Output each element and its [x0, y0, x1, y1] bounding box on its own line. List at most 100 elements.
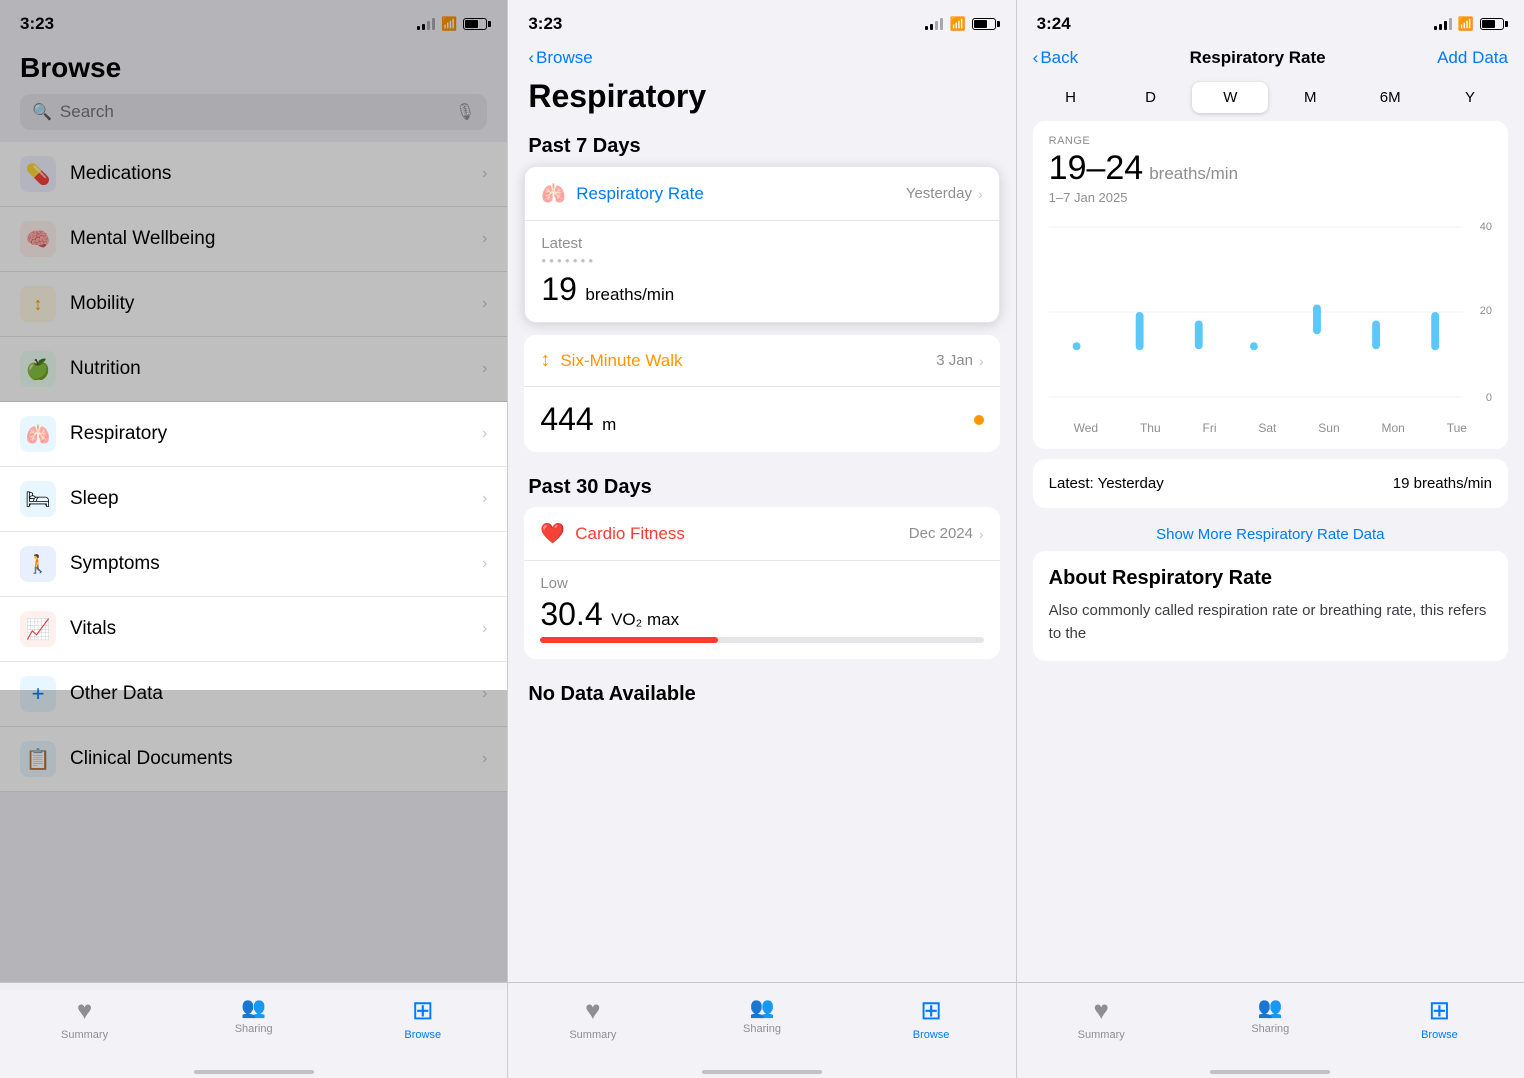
panel2-nav: ‹ Browse	[508, 40, 1015, 74]
menu-item-symptoms[interactable]: 🚶 Symptoms ›	[0, 532, 507, 597]
chart-value: 19–24	[1049, 149, 1144, 188]
nutrition-icon: 🍏	[20, 351, 56, 387]
mental-wellbeing-label: Mental Wellbeing	[70, 228, 482, 250]
chart-x-thu: Thu	[1140, 421, 1161, 435]
status-time-2: 3:23	[528, 14, 562, 34]
chart-bars-svg	[1049, 217, 1492, 407]
tab-sharing[interactable]: 👥 Sharing	[214, 995, 294, 1035]
chevron-right-icon-3: ›	[979, 526, 984, 542]
add-data-button[interactable]: Add Data	[1437, 48, 1508, 68]
chart-x-sun: Sun	[1318, 421, 1339, 435]
chart-y-max: 40	[1480, 221, 1492, 233]
search-input[interactable]	[60, 102, 447, 122]
cardio-fitness-card[interactable]: ❤️ Cardio Fitness Dec 2024 › Low 30.4 VO…	[524, 507, 999, 659]
status-time-3: 3:24	[1037, 14, 1071, 34]
tab-summary-label: Summary	[61, 1029, 108, 1041]
menu-item-vitals[interactable]: 📈 Vitals ›	[0, 597, 507, 662]
time-btn-M[interactable]: M	[1272, 82, 1348, 113]
six-min-walk-card[interactable]: ↕ Six-Minute Walk 3 Jan › 444 m	[524, 335, 999, 452]
clinical-docs-icon: 📋	[20, 741, 56, 777]
respiratory-rate-card[interactable]: 🫁 Respiratory Rate Yesterday › Latest ● …	[524, 166, 999, 323]
tab-summary-2[interactable]: ♥ Summary	[553, 995, 633, 1041]
panel3-title: Respiratory Rate	[1190, 48, 1326, 68]
past30-label: Past 30 Days	[508, 464, 1015, 507]
tab-sharing-label-2: Sharing	[743, 1023, 781, 1035]
time-btn-H[interactable]: H	[1033, 82, 1109, 113]
clinical-docs-label: Clinical Documents	[70, 748, 482, 770]
panel2-content: Past 7 Days 🫁 Respiratory Rate Yesterday…	[508, 123, 1015, 982]
signal-icon	[417, 18, 435, 30]
mobility-label: Mobility	[70, 293, 482, 315]
tab-sharing-3[interactable]: 👥 Sharing	[1230, 995, 1310, 1035]
six-min-walk-icon: ↕	[540, 349, 550, 372]
tab-browse-3[interactable]: ⊞ Browse	[1399, 995, 1479, 1041]
panel3-nav: ‹ Back Respiratory Rate Add Data	[1017, 40, 1524, 74]
summary-icon-3: ♥	[1093, 995, 1108, 1026]
mic-icon[interactable]: 🎙	[455, 102, 475, 122]
tab-summary[interactable]: ♥ Summary	[45, 995, 125, 1041]
menu-item-other-data[interactable]: + Other Data ›	[0, 662, 507, 727]
panel2-title: Respiratory	[508, 74, 1015, 123]
latest-value: 19	[541, 271, 577, 307]
mental-wellbeing-icon: 🧠	[20, 221, 56, 257]
menu-item-mobility[interactable]: ↕ Mobility ›	[0, 272, 507, 337]
time-btn-Y[interactable]: Y	[1432, 82, 1508, 113]
chevron-icon: ›	[482, 425, 487, 443]
chart-area: RANGE 19–24 breaths/min 1–7 Jan 2025	[1033, 121, 1508, 449]
medications-label: Medications	[70, 163, 482, 185]
wifi-icon-3: 📶	[1458, 16, 1474, 32]
summary-icon: ♥	[77, 995, 92, 1026]
cardio-fitness-date: Dec 2024	[909, 525, 973, 542]
menu-item-clinical-docs[interactable]: 📋 Clinical Documents ›	[0, 727, 507, 792]
show-more-link[interactable]: Show More Respiratory Rate Data	[1017, 518, 1524, 551]
chart-x-labels: Wed Thu Fri Sat Sun Mon Tue	[1049, 421, 1492, 435]
tab-browse[interactable]: ⊞ Browse	[383, 995, 463, 1041]
chevron-right-icon-2: ›	[979, 353, 984, 369]
about-title: About Respiratory Rate	[1049, 567, 1492, 590]
battery-icon	[463, 18, 487, 30]
home-indicator-2	[508, 1070, 1015, 1078]
time-btn-W[interactable]: W	[1192, 82, 1268, 113]
six-min-value: 444	[540, 401, 593, 437]
browse-header: Browse 🔍 🎙	[0, 40, 507, 134]
respiratory-rate-data: Latest ● ● ● ● ● ● ● 19 breaths/min	[525, 221, 998, 322]
search-bar[interactable]: 🔍 🎙	[20, 94, 487, 130]
six-min-walk-date: 3 Jan	[936, 352, 973, 369]
menu-item-mental-wellbeing[interactable]: 🧠 Mental Wellbeing ›	[0, 207, 507, 272]
back-button-2[interactable]: ‹ Browse	[528, 48, 592, 68]
menu-list: 💊 Medications › 🧠 Mental Wellbeing › ↕ M…	[0, 134, 507, 982]
medications-icon: 💊	[20, 156, 56, 192]
time-btn-D[interactable]: D	[1113, 82, 1189, 113]
six-min-data: 444 m	[524, 387, 999, 452]
menu-item-medications[interactable]: 💊 Medications ›	[0, 142, 507, 207]
vitals-label: Vitals	[70, 618, 482, 640]
tab-browse-2[interactable]: ⊞ Browse	[891, 995, 971, 1041]
browse-title: Browse	[20, 48, 487, 94]
menu-item-nutrition[interactable]: 🍏 Nutrition ›	[0, 337, 507, 402]
range-label: RANGE	[1049, 135, 1492, 147]
menu-item-respiratory[interactable]: 🫁 Respiratory ›	[0, 402, 507, 467]
status-icons-3: 📶	[1434, 16, 1504, 32]
home-indicator	[0, 1070, 507, 1078]
menu-item-sleep[interactable]: 🛏 Sleep ›	[0, 467, 507, 532]
chevron-right-icon: ›	[978, 186, 983, 202]
battery-icon-3	[1480, 18, 1504, 30]
status-time: 3:23	[20, 14, 54, 34]
time-btn-6M[interactable]: 6M	[1352, 82, 1428, 113]
tab-summary-label-2: Summary	[569, 1029, 616, 1041]
back-button-3[interactable]: ‹ Back	[1033, 48, 1078, 68]
tab-bar: ♥ Summary 👥 Sharing ⊞ Browse	[0, 982, 507, 1070]
latest-card: Latest: Yesterday 19 breaths/min	[1033, 459, 1508, 508]
chevron-icon: ›	[482, 750, 487, 768]
chart-x-fri: Fri	[1203, 421, 1217, 435]
chevron-icon: ›	[482, 555, 487, 573]
tab-summary-3[interactable]: ♥ Summary	[1061, 995, 1141, 1041]
search-icon: 🔍	[32, 102, 52, 122]
signal-icon-2	[925, 18, 943, 30]
sleep-icon: 🛏	[20, 481, 56, 517]
status-icons-2: 📶	[925, 16, 995, 32]
chevron-icon: ›	[482, 685, 487, 703]
tab-sharing-2[interactable]: 👥 Sharing	[722, 995, 802, 1035]
six-min-unit: m	[602, 415, 616, 434]
chart-svg: 40 20 0	[1049, 217, 1492, 417]
